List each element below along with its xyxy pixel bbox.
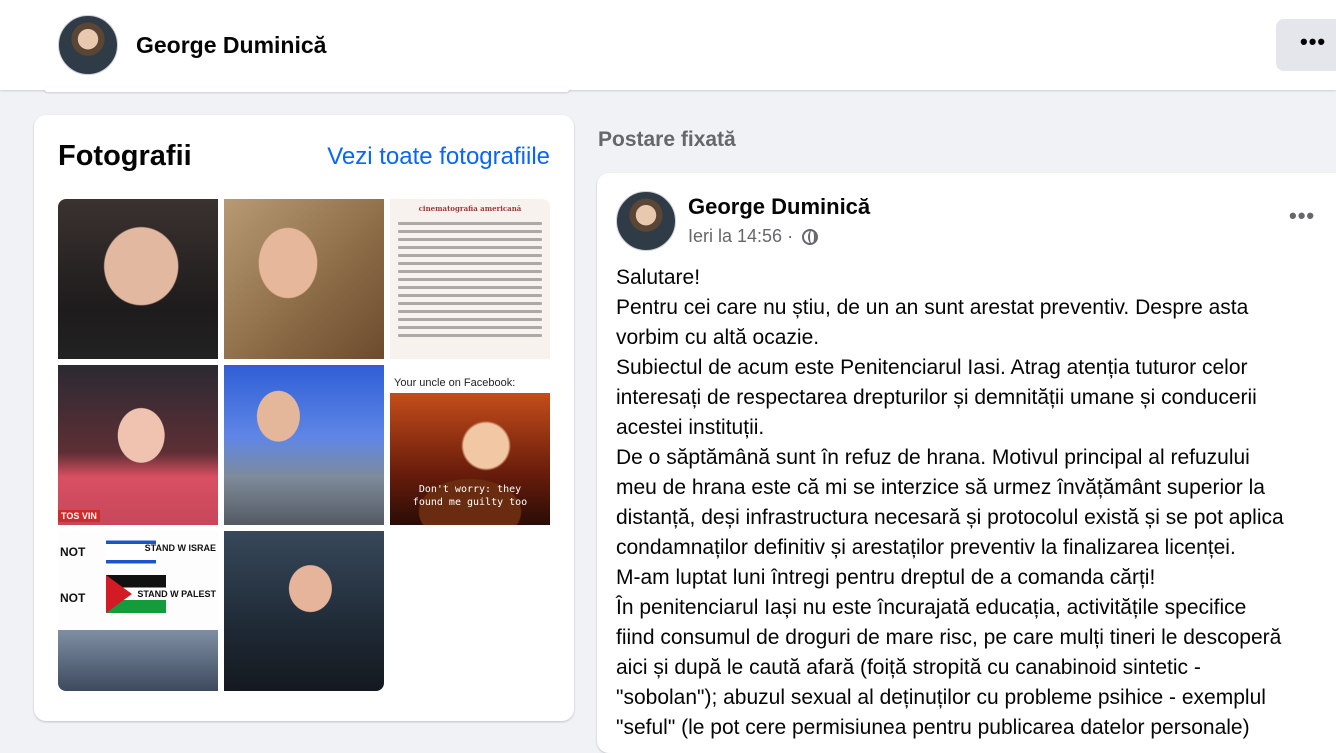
meme-caption: Your uncle on Facebook: xyxy=(394,377,516,389)
see-all-photos-link[interactable]: Vezi toate fotografiile xyxy=(327,143,550,171)
post-text-line: distanță, deși infrastructura necesară ș… xyxy=(616,506,1284,529)
photo-thumbnail-6[interactable]: Your uncle on Facebook: Don't worry: the… xyxy=(390,365,550,525)
photo-thumbnail-1[interactable] xyxy=(58,199,218,359)
profile-avatar[interactable] xyxy=(58,15,118,75)
photos-title: Fotografii xyxy=(58,140,192,172)
photo-thumbnail-2[interactable] xyxy=(224,199,384,359)
meme-not-label-2: NOT xyxy=(60,591,86,605)
post-text-line: "seful" (le pot cere permisiunea pentru … xyxy=(616,716,1250,739)
post-card: George Duminică Ieri la 14:56 · ••• Salu… xyxy=(597,173,1336,753)
card-edge xyxy=(44,88,570,92)
post-body-text: Salutare! Pentru cei care nu știu, de un… xyxy=(616,263,1336,743)
profile-name[interactable]: George Duminică xyxy=(136,32,326,59)
post-text-line: Salutare! xyxy=(616,266,701,289)
post-author-avatar[interactable] xyxy=(616,191,676,251)
post-text-line: vorbim cu altă ocazie. xyxy=(616,326,820,349)
post-timestamp[interactable]: Ieri la 14:56 · xyxy=(688,226,819,247)
document-text-lines xyxy=(398,217,542,342)
photo-thumbnail-5[interactable] xyxy=(224,365,384,525)
post-more-options-icon[interactable]: ••• xyxy=(1289,203,1315,229)
meme-text: Don't worry: they found me guilty too xyxy=(412,484,528,508)
post-text-line: M-am luptat luni întregi pentru dreptul … xyxy=(616,566,1156,589)
post-text-line: acestei instituții. xyxy=(616,416,765,439)
meme-stand-label-2: STAND W PALEST xyxy=(137,589,216,599)
post-text-line: meu de hrana este că mi se interzice să … xyxy=(616,476,1265,499)
pinned-post-label: Postare fixată xyxy=(598,128,736,151)
document-heading: cinematografia americană xyxy=(418,204,522,213)
photo-thumbnail-4[interactable]: TOS VIN xyxy=(58,365,218,525)
photo-thumbnail-3[interactable]: cinematografia americană xyxy=(390,199,550,359)
photo-thumbnail-7[interactable]: NOT STAND W ISRAE NOT STAND W PALEST xyxy=(58,531,218,691)
post-text-line: condamnaților definitiv și arestaților p… xyxy=(616,536,1236,559)
meme-not-label-1: NOT xyxy=(60,545,86,559)
post-text-line: Pentru cei care nu știu, de un an sunt a… xyxy=(616,296,1249,319)
post-author-name[interactable]: George Duminică xyxy=(688,194,870,220)
post-time-text: Ieri la 14:56 xyxy=(688,226,783,246)
post-text-line: De o săptămână sunt în refuz de hrana. M… xyxy=(616,446,1250,469)
post-text-line: aici și după le caută afară (foiță strop… xyxy=(616,656,1201,679)
more-icon: ••• xyxy=(1300,29,1327,54)
post-text-line: "sobolan"); abuzul sexual al deținuților… xyxy=(616,686,1266,709)
post-text-line: Subiectul de acum este Penitenciarul Ias… xyxy=(616,356,1248,379)
photos-card: Fotografii Vezi toate fotografiile cinem… xyxy=(34,115,574,721)
photo-grid: cinematografia americană TOS VIN Your un… xyxy=(58,199,550,691)
photo-thumbnail-8[interactable] xyxy=(224,531,384,691)
post-text-line: interesați de respectarea drepturilor și… xyxy=(616,386,1257,409)
post-text-line: fiind consumul de droguri de mare risc, … xyxy=(616,626,1282,649)
news-badge: TOS VIN xyxy=(58,510,100,522)
post-text-line: În penitenciarul Iași nu este încurajată… xyxy=(616,596,1247,619)
post-time-separator: · xyxy=(787,226,794,246)
meme-stand-label-1: STAND W ISRAE xyxy=(144,543,216,553)
profile-top-bar: George Duminică ••• xyxy=(0,0,1336,90)
more-options-button[interactable]: ••• xyxy=(1276,19,1336,71)
globe-icon xyxy=(802,229,819,245)
